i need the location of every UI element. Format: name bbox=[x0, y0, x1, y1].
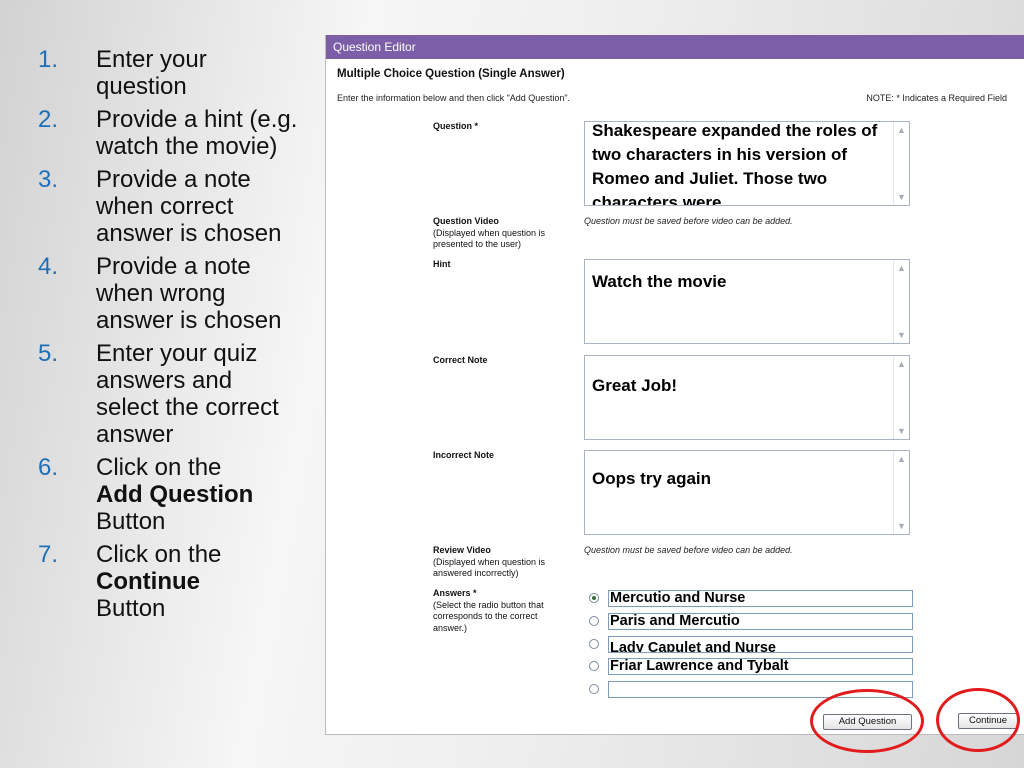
question-textarea[interactable]: Shakespeare expanded the roles of two ch… bbox=[584, 121, 910, 206]
answer-radio[interactable] bbox=[589, 661, 599, 671]
step-text: Provide a hint (e.g. watch the movie) bbox=[96, 106, 298, 160]
step-1: 1. Enter your question bbox=[38, 46, 300, 100]
review-video-label: Review Video (Displayed when question is… bbox=[433, 545, 573, 580]
answer-row: Paris and Mercutio bbox=[589, 613, 914, 631]
scroll-down-icon[interactable]: ▼ bbox=[894, 190, 909, 204]
step-number: 7. bbox=[38, 541, 59, 568]
step-2: 2. Provide a hint (e.g. watch the movie) bbox=[38, 106, 300, 160]
answer-input[interactable]: Mercutio and Nurse bbox=[608, 590, 913, 607]
step-number: 2. bbox=[38, 106, 59, 133]
step-text-bold: Add Question bbox=[96, 481, 254, 508]
answers-label-text: Answers * bbox=[433, 588, 477, 598]
instruction-steps: 1. Enter your question 2. Provide a hint… bbox=[38, 46, 300, 628]
step-text-pre: Click on the bbox=[96, 454, 222, 481]
step-text: Provide a note when correct answer is ch… bbox=[96, 166, 282, 247]
correct-note-textarea[interactable]: Great Job! ▲ ▼ bbox=[584, 355, 910, 440]
step-text: Click on the Continue Button bbox=[96, 541, 221, 622]
step-text-bold: Continue bbox=[96, 568, 200, 595]
answer-input[interactable]: Friar Lawrence and Tybalt bbox=[608, 658, 913, 675]
answer-row: Lady Capulet and Nurse bbox=[589, 636, 914, 654]
step-number: 3. bbox=[38, 166, 59, 193]
incorrect-note-textarea[interactable]: Oops try again ▲ ▼ bbox=[584, 450, 910, 535]
step-5: 5. Enter your quiz answers and select th… bbox=[38, 340, 300, 448]
question-video-label: Question Video (Displayed when question … bbox=[433, 216, 573, 251]
incorrect-note-label-text: Incorrect Note bbox=[433, 450, 495, 460]
answers-label: Answers * (Select the radio button that … bbox=[433, 588, 573, 634]
form-instructions: Enter the information below and then cli… bbox=[337, 93, 571, 103]
incorrect-note-scrollbar[interactable]: ▲ ▼ bbox=[893, 451, 909, 534]
incorrect-note-text: Oops try again bbox=[592, 469, 712, 488]
question-video-sub: (Displayed when question is presented to… bbox=[433, 227, 546, 250]
question-scrollbar[interactable]: ▲ ▼ bbox=[893, 122, 909, 205]
correct-note-label: Correct Note bbox=[433, 355, 488, 367]
scroll-up-icon[interactable]: ▲ bbox=[894, 123, 909, 137]
step-number: 6. bbox=[38, 454, 59, 481]
step-text-post: Button bbox=[96, 595, 166, 622]
hint-textarea[interactable]: Watch the movie ▲ ▼ bbox=[584, 259, 910, 344]
hint-text: Watch the movie bbox=[592, 272, 727, 291]
answer-input[interactable]: Lady Capulet and Nurse bbox=[608, 636, 913, 653]
hint-label: Hint bbox=[433, 259, 451, 271]
step-4: 4. Provide a note when wrong answer is c… bbox=[38, 253, 300, 334]
step-7: 7. Click on the Continue Button bbox=[38, 541, 300, 622]
hint-label-text: Hint bbox=[433, 259, 451, 269]
step-text: Click on the Add Question Button bbox=[96, 454, 253, 535]
step-number: 4. bbox=[38, 253, 59, 280]
answer-input[interactable]: Paris and Mercutio bbox=[608, 613, 913, 630]
question-type-heading: Multiple Choice Question (Single Answer) bbox=[337, 68, 565, 80]
answer-radio[interactable] bbox=[589, 684, 599, 694]
step-text: Enter your question bbox=[96, 46, 207, 100]
review-video-note: Question must be saved before video can … bbox=[584, 545, 793, 555]
step-text: Enter your quiz answers and select the c… bbox=[96, 340, 279, 448]
answers-sub: (Select the radio button that correspond… bbox=[433, 599, 544, 633]
step-number: 5. bbox=[38, 340, 59, 367]
answer-row: Mercutio and Nurse bbox=[589, 590, 914, 608]
panel-title: Question Editor bbox=[326, 35, 1024, 59]
scroll-down-icon[interactable]: ▼ bbox=[894, 519, 909, 533]
continue-highlight-circle bbox=[936, 688, 1020, 752]
answer-radio[interactable] bbox=[589, 593, 599, 603]
correct-note-text: Great Job! bbox=[592, 376, 678, 395]
incorrect-note-label: Incorrect Note bbox=[433, 450, 494, 462]
scroll-up-icon[interactable]: ▲ bbox=[894, 261, 909, 275]
question-editor-panel: Question Editor Multiple Choice Question… bbox=[325, 35, 1024, 735]
review-video-sub: (Displayed when question is answered inc… bbox=[433, 556, 546, 579]
question-video-note: Question must be saved before video can … bbox=[584, 216, 793, 226]
review-video-label-text: Review Video bbox=[433, 545, 491, 555]
step-6: 6. Click on the Add Question Button bbox=[38, 454, 300, 535]
answer-radio[interactable] bbox=[589, 616, 599, 626]
hint-scrollbar[interactable]: ▲ ▼ bbox=[893, 260, 909, 343]
scroll-up-icon[interactable]: ▲ bbox=[894, 357, 909, 371]
step-number: 1. bbox=[38, 46, 59, 73]
correct-note-scrollbar[interactable]: ▲ ▼ bbox=[893, 356, 909, 439]
add-question-highlight-circle bbox=[810, 689, 924, 753]
step-3: 3. Provide a note when correct answer is… bbox=[38, 166, 300, 247]
scroll-down-icon[interactable]: ▼ bbox=[894, 328, 909, 342]
step-text-post: Button bbox=[96, 508, 166, 535]
scroll-up-icon[interactable]: ▲ bbox=[894, 452, 909, 466]
question-label: Question * bbox=[433, 121, 478, 133]
required-field-note: NOTE: * Indicates a Required Field bbox=[866, 93, 1007, 103]
question-text: Shakespeare expanded the roles of two ch… bbox=[592, 121, 878, 206]
answer-row: Friar Lawrence and Tybalt bbox=[589, 658, 914, 676]
step-text: Provide a note when wrong answer is chos… bbox=[96, 253, 282, 334]
step-text-pre: Click on the bbox=[96, 541, 222, 568]
answer-radio[interactable] bbox=[589, 639, 599, 649]
question-label-text: Question * bbox=[433, 121, 479, 131]
scroll-down-icon[interactable]: ▼ bbox=[894, 424, 909, 438]
question-video-label-text: Question Video bbox=[433, 216, 499, 226]
correct-note-label-text: Correct Note bbox=[433, 355, 488, 365]
